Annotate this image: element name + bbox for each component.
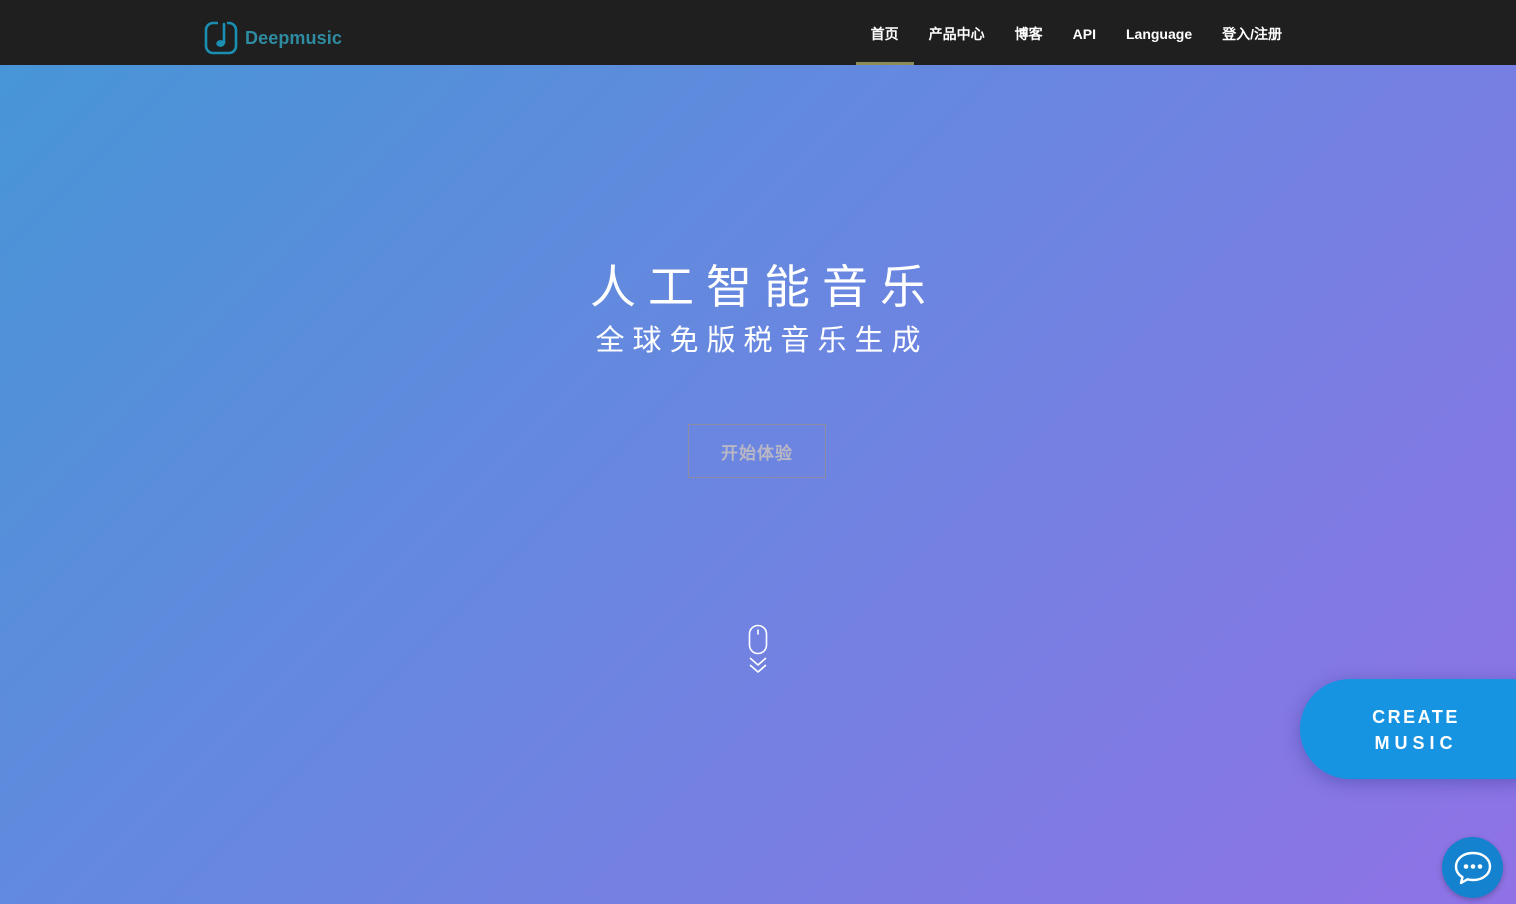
nav-item-api[interactable]: API (1058, 0, 1111, 65)
chat-button[interactable] (1442, 837, 1503, 898)
brand-logo[interactable]: Deepmusic (204, 21, 342, 55)
chat-bubble-icon (1454, 851, 1491, 884)
hero-subtitle: 全球免版税音乐生成 (595, 325, 929, 357)
create-label-line2: MUSIC (1374, 733, 1458, 753)
nav-item-language[interactable]: Language (1111, 0, 1207, 65)
brand-name: Deepmusic (245, 28, 342, 48)
mouse-scroll-icon[interactable] (746, 624, 770, 676)
nav-item-products[interactable]: 产品中心 (914, 0, 1000, 65)
create-music-button[interactable]: CREATE MUSIC (1300, 679, 1516, 779)
hero-title: 人工智能音乐 (590, 261, 938, 313)
nav-item-login-register[interactable]: 登入/注册 (1207, 0, 1297, 65)
nav-item-blog[interactable]: 博客 (1000, 0, 1058, 65)
create-music-label: CREATE MUSIC (1300, 704, 1516, 756)
start-experience-button[interactable]: 开始体验 (688, 424, 826, 478)
create-label-line1: CREATE (1372, 707, 1460, 727)
main-nav: 首页 产品中心 博客 API Language 登入/注册 (855, 0, 1297, 65)
music-note-icon (204, 21, 238, 55)
top-navbar: Deepmusic 首页 产品中心 博客 API Language 登入/注册 (0, 0, 1516, 65)
nav-item-home[interactable]: 首页 (855, 0, 914, 65)
